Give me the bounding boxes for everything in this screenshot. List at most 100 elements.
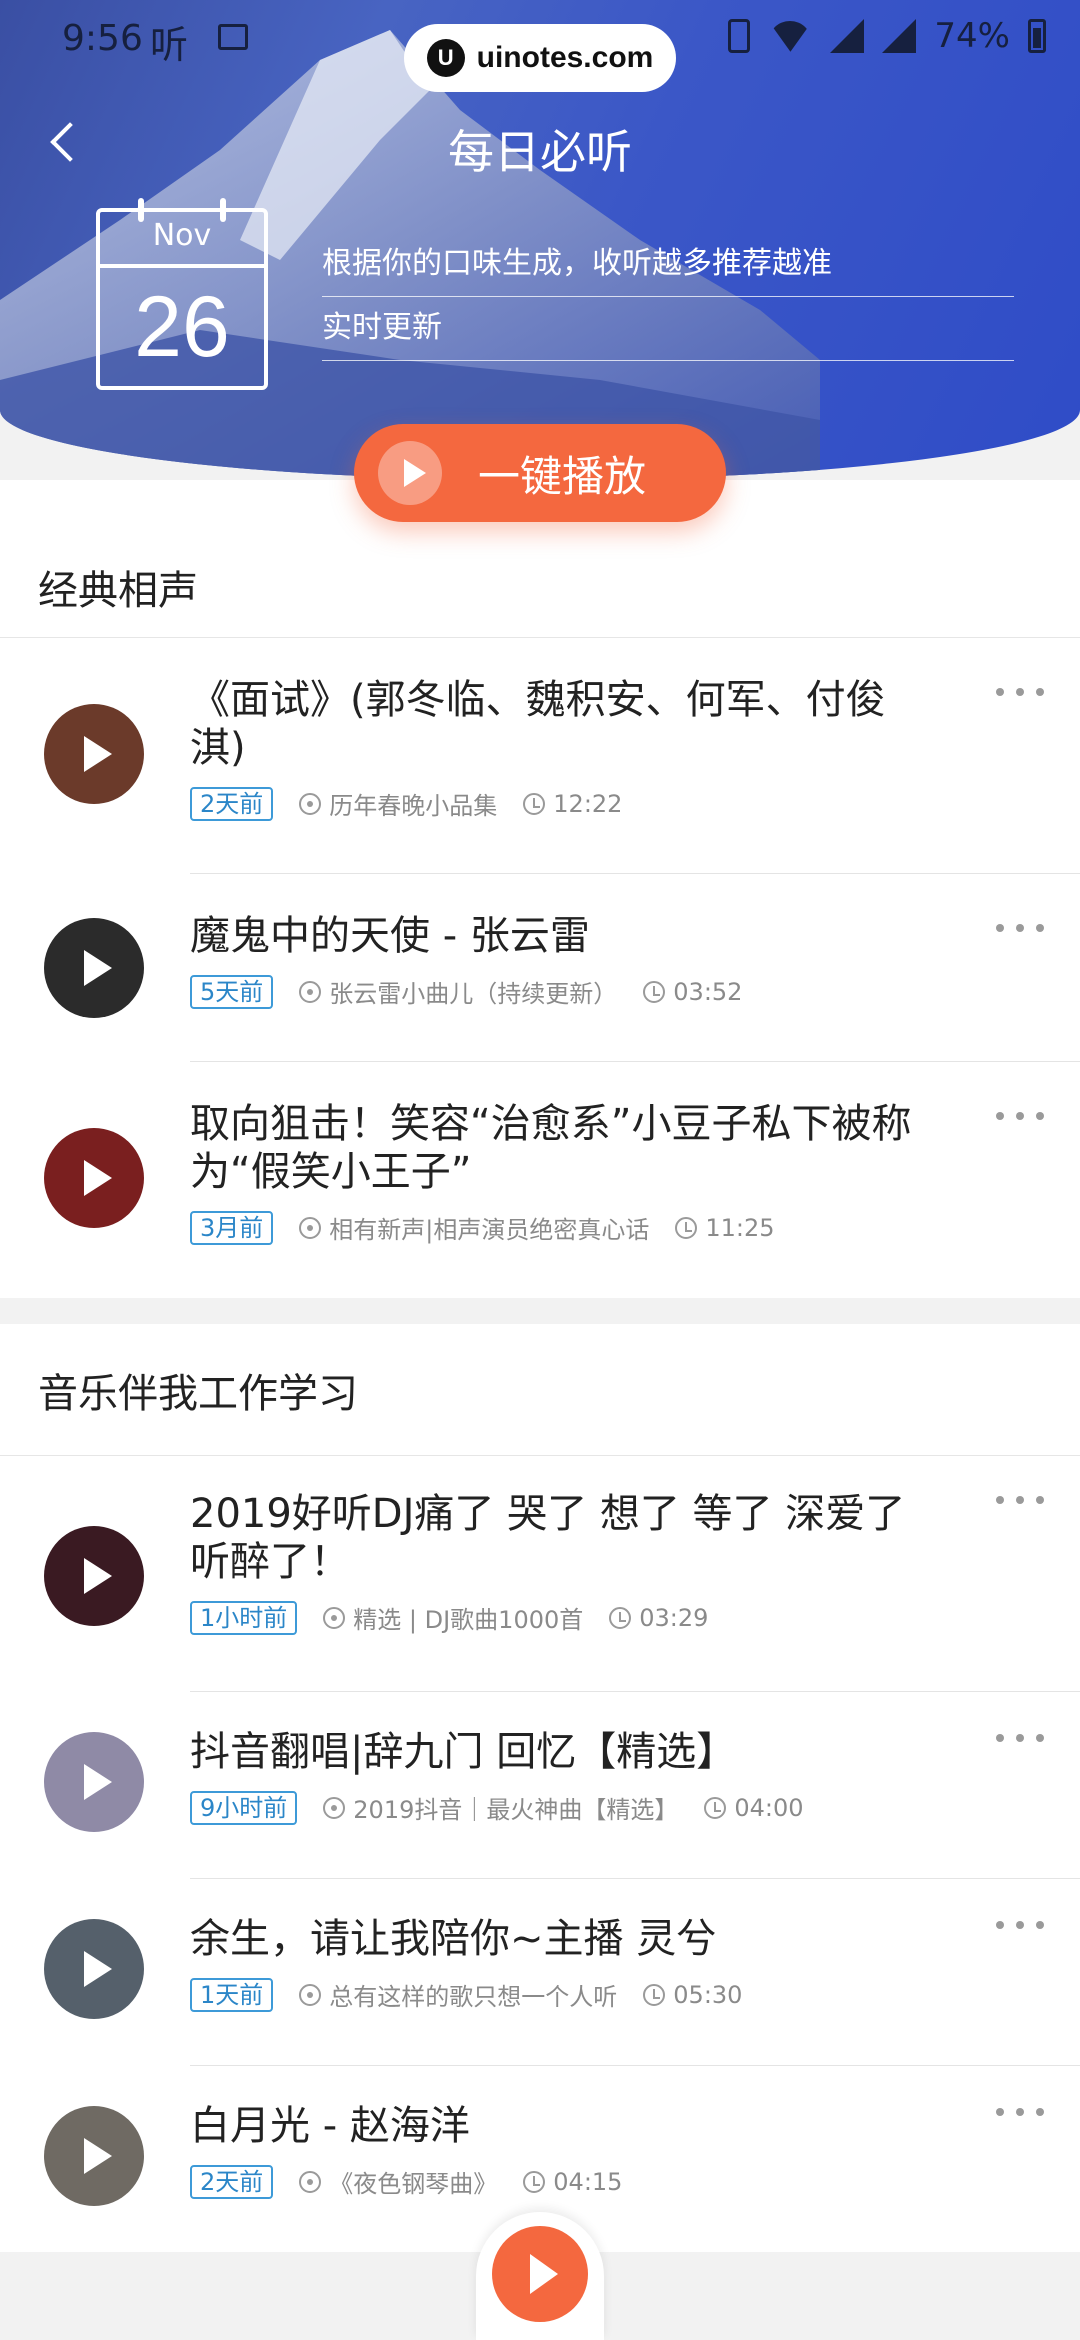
mini-player[interactable] — [476, 2212, 604, 2340]
list-item[interactable]: 取向狙击！笑容“治愈系”小豆子私下被称为“假笑小王子” 3月前 相有新声|相声演… — [0, 1062, 1080, 1298]
watermark: U uinotes.com — [404, 24, 676, 92]
play-button-icon[interactable] — [492, 2226, 588, 2322]
item-body: 2019好听DJ痛了 哭了 想了 等了 深爱了 听醉了！ 1小时前 精选 | D… — [190, 1490, 1080, 1692]
album-icon — [299, 792, 322, 815]
item-meta: 2天前 历年春晚小品集 12:22 — [190, 786, 1080, 821]
status-right: 74% — [728, 16, 1046, 56]
time-tag: 5天前 — [190, 974, 274, 1009]
album-name: 张云雷小曲儿（持续更新） — [329, 980, 618, 1008]
header-banner: 9:56 听 74% U uinotes.com 每日必听 Nov 26 根据你… — [0, 0, 1080, 480]
vibrate-icon — [728, 19, 751, 53]
section-work-study-music: 音乐伴我工作学习 2019好听DJ痛了 哭了 想了 等了 深爱了 听醉了！ 1小… — [0, 1324, 1080, 2252]
section-title: 音乐伴我工作学习 — [0, 1324, 1080, 1456]
album-icon — [299, 980, 322, 1003]
item-meta: 1天前 总有这样的歌只想一个人听 05:30 — [190, 1977, 1080, 2012]
watermark-text: uinotes.com — [476, 41, 654, 74]
more-icon[interactable] — [996, 918, 1044, 938]
album-name: 《夜色钢琴曲》 — [329, 2170, 498, 2198]
clock-icon — [675, 1216, 698, 1239]
more-icon[interactable] — [996, 1106, 1044, 1126]
album-name: 精选 | DJ歌曲1000首 — [353, 1606, 584, 1634]
calendar-icon: Nov 26 — [96, 198, 268, 390]
more-icon[interactable] — [996, 1728, 1044, 1748]
item-title: 《面试》(郭冬临、魏积安、何军、付俊淇) — [190, 677, 886, 771]
item-title: 魔鬼中的天使 - 张云雷 — [190, 913, 590, 959]
time-tag: 1小时前 — [190, 1600, 298, 1635]
play-all-button[interactable]: 一键播放 — [354, 424, 726, 522]
duration: 04:00 — [734, 1793, 804, 1822]
header-update-note: 实时更新 — [322, 302, 1014, 361]
play-icon — [84, 1558, 112, 1594]
duration: 04:15 — [553, 2167, 623, 2196]
play-icon — [84, 736, 112, 772]
play-icon — [84, 1951, 112, 1987]
cover-image[interactable] — [44, 1919, 144, 2019]
clock-icon — [643, 1983, 666, 2006]
play-icon — [84, 1764, 112, 1800]
calendar-month: Nov — [152, 218, 212, 253]
play-icon — [84, 950, 112, 986]
play-circle-icon — [378, 441, 442, 505]
item-title: 白月光 - 赵海洋 — [190, 2103, 470, 2149]
time-tag: 2天前 — [190, 2164, 274, 2199]
item-title: 取向狙击！笑容“治愈系”小豆子私下被称为“假笑小王子” — [190, 1101, 912, 1195]
calendar-day: 26 — [134, 279, 230, 375]
status-time: 9:56 — [62, 18, 143, 59]
cover-image[interactable] — [44, 1526, 144, 1626]
cover-image[interactable] — [44, 1732, 144, 1832]
item-body: 魔鬼中的天使 - 张云雷 5天前 张云雷小曲儿（持续更新） 03:52 — [190, 912, 1080, 1062]
wifi-icon — [768, 21, 812, 51]
list-item[interactable]: 抖音翻唱|辞九门 回忆【精选】 9小时前 2019抖音｜最火神曲【精选】 04:… — [0, 1692, 1080, 1879]
signal-icon — [830, 19, 865, 53]
image-icon — [218, 24, 248, 50]
album-icon — [299, 1983, 322, 2006]
signal-icon-2 — [882, 19, 917, 53]
time-tag: 9小时前 — [190, 1790, 298, 1825]
clock-icon — [643, 980, 666, 1003]
cover-image[interactable] — [44, 2106, 144, 2206]
clock-icon — [523, 2170, 546, 2193]
duration: 11:25 — [705, 1213, 775, 1242]
more-icon[interactable] — [996, 682, 1044, 702]
album-name: 总有这样的歌只想一个人听 — [329, 1983, 618, 2011]
play-all-label: 一键播放 — [478, 451, 647, 501]
cover-image[interactable] — [44, 1128, 144, 1228]
list-item[interactable]: 《面试》(郭冬临、魏积安、何军、付俊淇) 2天前 历年春晚小品集 12:22 — [0, 638, 1080, 874]
item-body: 《面试》(郭冬临、魏积安、何军、付俊淇) 2天前 历年春晚小品集 12:22 — [190, 676, 1080, 874]
page-title: 每日必听 — [448, 125, 632, 179]
album-icon — [299, 1216, 322, 1239]
item-meta: 1小时前 精选 | DJ歌曲1000首 03:29 — [190, 1600, 1080, 1635]
list-item[interactable]: 魔鬼中的天使 - 张云雷 5天前 张云雷小曲儿（持续更新） 03:52 — [0, 874, 1080, 1062]
clock-icon — [523, 792, 546, 815]
cover-image[interactable] — [44, 704, 144, 804]
item-body: 余生，请让我陪你~主播 灵兮 1天前 总有这样的歌只想一个人听 05:30 — [190, 1915, 1080, 2066]
item-meta: 5天前 张云雷小曲儿（持续更新） 03:52 — [190, 974, 1080, 1009]
album-name: 相有新声|相声演员绝密真心话 — [329, 1216, 650, 1244]
clock-icon — [609, 1606, 632, 1629]
more-icon[interactable] — [996, 1490, 1044, 1510]
more-icon[interactable] — [996, 2102, 1044, 2122]
duration: 05:30 — [673, 1980, 743, 2009]
clock-icon — [704, 1796, 727, 1819]
item-body: 取向狙击！笑容“治愈系”小豆子私下被称为“假笑小王子” 3月前 相有新声|相声演… — [190, 1100, 1080, 1298]
album-icon — [323, 1606, 346, 1629]
album-icon — [299, 2170, 322, 2193]
item-title: 余生，请让我陪你~主播 灵兮 — [190, 1916, 717, 1962]
watermark-logo-icon: U — [426, 39, 465, 77]
section-classic-crosstalk: 经典相声 《面试》(郭冬临、魏积安、何军、付俊淇) 2天前 历年春晚小品集 12… — [0, 480, 1080, 1298]
battery-icon — [1028, 19, 1046, 53]
duration: 12:22 — [553, 789, 623, 818]
item-title: 抖音翻唱|辞九门 回忆【精选】 — [190, 1729, 737, 1775]
header-description: 根据你的口味生成，收听越多推荐越准 — [322, 238, 1014, 297]
item-body: 白月光 - 赵海洋 2天前 《夜色钢琴曲》 04:15 — [190, 2102, 1080, 2252]
duration: 03:52 — [673, 977, 743, 1006]
time-tag: 1天前 — [190, 1977, 274, 2012]
time-tag: 3月前 — [190, 1210, 274, 1245]
more-icon[interactable] — [996, 1915, 1044, 1935]
list-item[interactable]: 余生，请让我陪你~主播 灵兮 1天前 总有这样的歌只想一个人听 05:30 — [0, 1879, 1080, 2066]
item-meta: 2天前 《夜色钢琴曲》 04:15 — [190, 2164, 1080, 2199]
list-item[interactable]: 2019好听DJ痛了 哭了 想了 等了 深爱了 听醉了！ 1小时前 精选 | D… — [0, 1456, 1080, 1692]
status-app-icon: 听 — [150, 23, 189, 67]
play-icon — [84, 2138, 112, 2174]
cover-image[interactable] — [44, 918, 144, 1018]
